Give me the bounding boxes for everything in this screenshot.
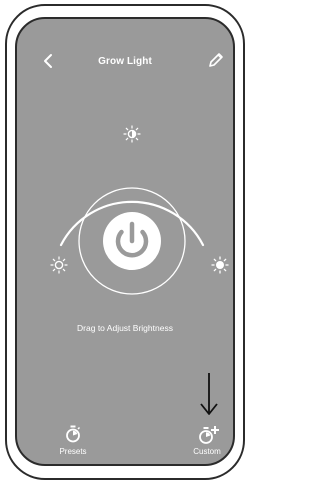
brightness-hint: Drag to Adjust Brightness bbox=[77, 323, 173, 333]
sun-low-icon bbox=[50, 256, 68, 274]
timer-plus-icon bbox=[199, 426, 219, 444]
down-arrow-icon bbox=[200, 373, 218, 415]
tab-custom-label: Custom bbox=[193, 447, 221, 456]
tab-presets[interactable]: Presets bbox=[43, 423, 103, 463]
sun-medium-icon bbox=[123, 125, 141, 143]
tab-presets-label: Presets bbox=[59, 447, 87, 456]
tab-custom[interactable]: Custom bbox=[177, 423, 233, 463]
timer-icon bbox=[66, 425, 81, 443]
sun-high-icon bbox=[211, 256, 229, 274]
phone-screen: Grow Light Drag to Adjust Brightness Pre… bbox=[15, 17, 235, 466]
power-button[interactable] bbox=[78, 187, 186, 295]
